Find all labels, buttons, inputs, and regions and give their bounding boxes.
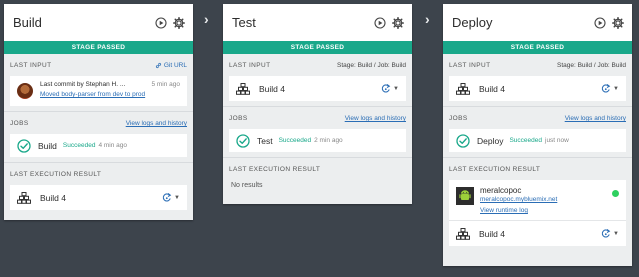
section-label: LAST EXECUTION RESULT xyxy=(449,166,541,173)
play-circle-icon[interactable] xyxy=(374,16,386,29)
input-source: Stage: Build / Job: Build xyxy=(336,62,406,69)
last-input-section: LAST INPUT Git URL Last commit by Stepha… xyxy=(4,54,193,112)
section-label: LAST EXECUTION RESULT xyxy=(229,166,321,173)
link-icon xyxy=(155,62,161,69)
stage-header: Test xyxy=(223,4,412,41)
job-card[interactable]: Test Succeeded 2 min ago xyxy=(229,129,406,152)
last-input-section: LAST INPUT Stage: Build / Job: Build Bui… xyxy=(223,54,412,107)
check-circle-icon xyxy=(456,133,470,148)
section-label: JOBS xyxy=(229,115,248,122)
jobs-section: JOBS View logs and history Build Succeed… xyxy=(4,112,193,163)
section-label: JOBS xyxy=(10,120,29,127)
section-label: LAST INPUT xyxy=(229,62,271,69)
stage-card-build: Build STAGE PASSED LAST INPUT Git URL La… xyxy=(4,4,193,220)
commit-card: Last commit by Stephan H. ... 5 min ago … xyxy=(10,76,187,106)
stage-card-test: Test STAGE PASSED LAST INPUT Stage: Buil… xyxy=(223,4,412,204)
input-build-card: Build 4 ▼ xyxy=(449,76,626,101)
jobs-section: JOBS View logs and history Deploy Succee… xyxy=(443,107,632,158)
redeploy-dropdown[interactable]: ▼ xyxy=(600,228,619,239)
section-label: LAST EXECUTION RESULT xyxy=(10,171,102,178)
play-circle-icon[interactable] xyxy=(594,16,606,29)
build-result-card: Build 4 ▼ xyxy=(449,221,626,246)
job-time: 4 min ago xyxy=(98,142,127,149)
stage-title: Build xyxy=(13,15,42,30)
section-label: JOBS xyxy=(449,115,468,122)
job-card[interactable]: Deploy Succeeded just now xyxy=(449,129,626,152)
build-name: Build 4 xyxy=(259,83,285,94)
commit-message-link[interactable]: Moved body-parser from dev to prod xyxy=(40,91,180,98)
redeploy-icon xyxy=(381,83,390,93)
last-execution-section: LAST EXECUTION RESULT No results xyxy=(223,158,412,194)
build-result-card: Build 4 ▼ xyxy=(10,185,187,210)
input-build-card: Build 4 ▼ xyxy=(229,76,406,101)
chevron-down-icon: ▼ xyxy=(393,85,399,92)
no-results-text: No results xyxy=(231,182,263,189)
commit-author: Last commit by Stephan H. ... xyxy=(40,81,126,88)
chevron-down-icon: ▼ xyxy=(174,194,180,201)
redeploy-icon xyxy=(601,228,610,238)
job-status: Succeeded xyxy=(278,137,312,144)
chevron-right-icon: › xyxy=(204,11,209,27)
gear-icon[interactable] xyxy=(392,16,404,29)
job-name: Deploy xyxy=(477,135,504,146)
gear-icon[interactable] xyxy=(612,16,624,29)
app-name: meralcopoc xyxy=(480,186,522,195)
git-url-link[interactable]: Git URL xyxy=(155,62,187,69)
job-status: Succeeded xyxy=(62,142,96,149)
check-circle-icon xyxy=(236,133,250,148)
avatar xyxy=(17,83,33,99)
redeploy-dropdown[interactable]: ▼ xyxy=(600,83,619,94)
build-stack-icon xyxy=(17,191,31,204)
view-logs-link[interactable]: View logs and history xyxy=(126,120,187,127)
android-icon xyxy=(459,190,471,200)
stage-header: Deploy xyxy=(443,4,632,41)
input-source: Stage: Build / Job: Build xyxy=(556,62,626,69)
job-name: Build xyxy=(38,140,57,151)
redeploy-dropdown[interactable]: ▼ xyxy=(161,192,180,203)
stage-header: Build xyxy=(4,4,193,41)
check-circle-icon xyxy=(17,138,31,153)
view-logs-link[interactable]: View logs and history xyxy=(345,115,406,122)
section-label: LAST INPUT xyxy=(449,62,491,69)
chevron-down-icon: ▼ xyxy=(613,85,619,92)
stage-status-banner: STAGE PASSED xyxy=(223,41,412,54)
build-stack-icon xyxy=(456,227,470,240)
last-execution-section: LAST EXECUTION RESULT meralcopoc meralco… xyxy=(443,158,632,251)
last-execution-section: LAST EXECUTION RESULT Build 4 ▼ xyxy=(4,163,193,215)
build-stack-icon xyxy=(236,82,250,95)
build-stack-icon xyxy=(456,82,470,95)
job-time: just now xyxy=(545,137,569,144)
build-name: Build 4 xyxy=(479,83,505,94)
redeploy-dropdown[interactable]: ▼ xyxy=(380,83,399,94)
app-url-link[interactable]: meralcopoc.mybluemix.net xyxy=(480,196,612,203)
view-logs-link[interactable]: View logs and history xyxy=(565,115,626,122)
stage-card-deploy: Deploy STAGE PASSED LAST INPUT Stage: Bu… xyxy=(443,4,632,266)
jobs-section: JOBS View logs and history Test Succeede… xyxy=(223,107,412,158)
stage-title: Test xyxy=(232,15,256,30)
job-status: Succeeded xyxy=(509,137,542,144)
runtime-log-link[interactable]: View runtime log xyxy=(480,207,612,214)
commit-time: 5 min ago xyxy=(151,81,180,88)
redeploy-icon xyxy=(601,83,610,93)
stage-status-banner: STAGE PASSED xyxy=(4,41,193,54)
deployed-app-card: meralcopoc meralcopoc.mybluemix.net View… xyxy=(449,180,626,220)
play-circle-icon[interactable] xyxy=(155,16,167,29)
build-name: Build 4 xyxy=(40,192,66,203)
job-name: Test xyxy=(257,135,273,146)
chevron-right-icon: › xyxy=(425,11,430,27)
job-card[interactable]: Build Succeeded 4 min ago xyxy=(10,134,187,157)
job-time: 2 min ago xyxy=(314,137,343,144)
section-label: LAST INPUT xyxy=(10,62,52,69)
last-input-section: LAST INPUT Stage: Build / Job: Build Bui… xyxy=(443,54,632,107)
stage-status-banner: STAGE PASSED xyxy=(443,41,632,54)
stage-title: Deploy xyxy=(452,15,493,30)
app-logo xyxy=(456,187,474,205)
build-name: Build 4 xyxy=(479,228,505,239)
running-status-dot xyxy=(612,190,619,197)
git-url-label: Git URL xyxy=(163,62,187,69)
gear-icon[interactable] xyxy=(173,16,185,29)
redeploy-icon xyxy=(162,192,171,202)
chevron-down-icon: ▼ xyxy=(613,230,619,237)
